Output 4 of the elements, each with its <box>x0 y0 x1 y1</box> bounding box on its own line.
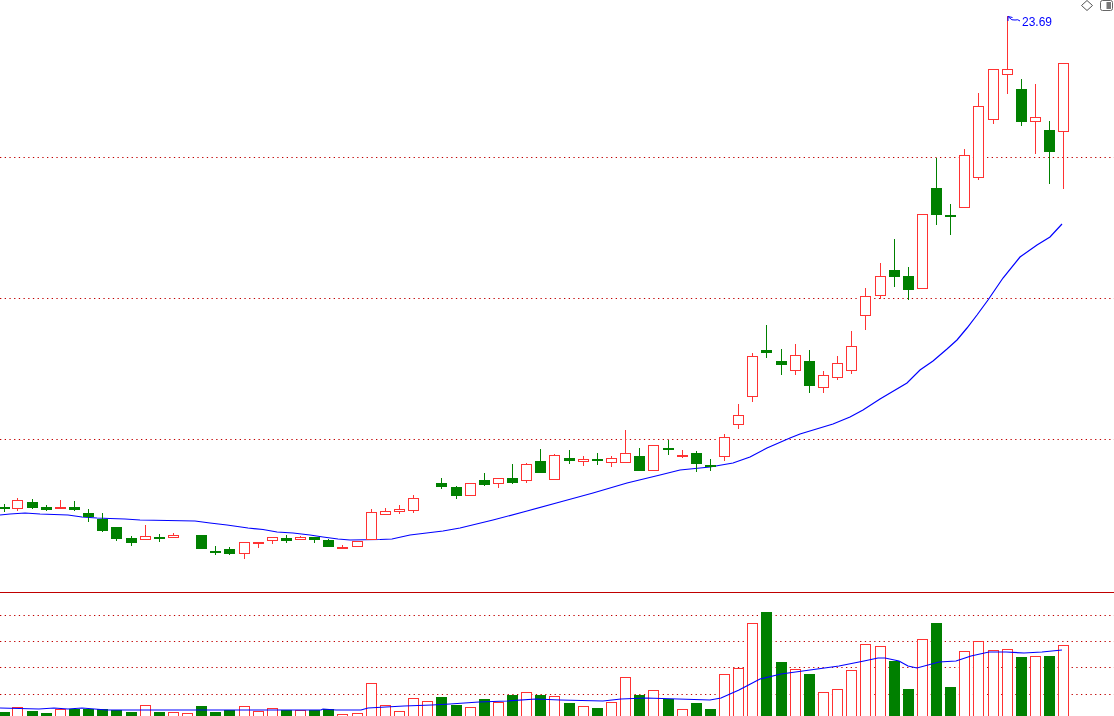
split-square-icon[interactable] <box>1100 0 1113 11</box>
diamond-icon[interactable] <box>1081 0 1093 11</box>
leader-arrow <box>1007 16 1021 22</box>
high-price-label: 23.69 <box>1022 15 1053 29</box>
